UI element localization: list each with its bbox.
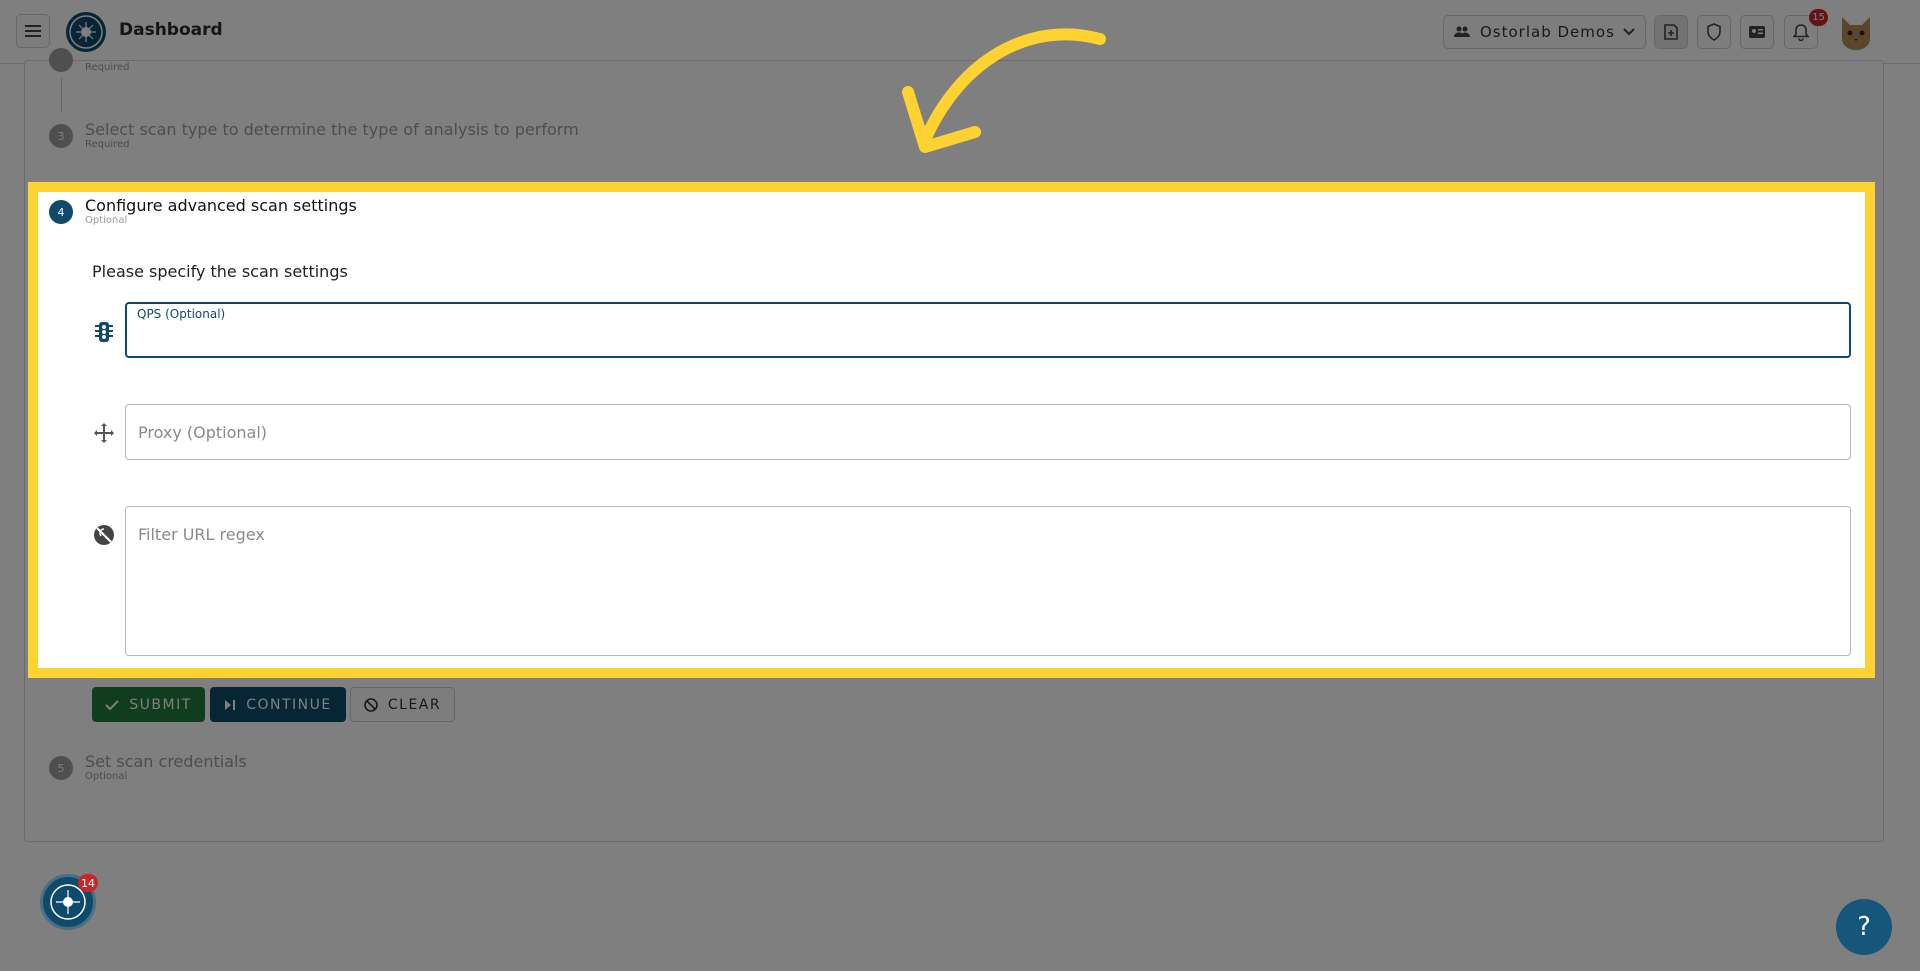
no-location-icon bbox=[94, 525, 114, 545]
app-logo[interactable] bbox=[65, 11, 107, 53]
shield-icon bbox=[1707, 23, 1721, 41]
submit-button[interactable]: SUBMIT bbox=[92, 687, 205, 722]
move-arrows-icon bbox=[94, 423, 114, 443]
continue-label: CONTINUE bbox=[246, 696, 332, 713]
notification-count-badge: 15 bbox=[1809, 9, 1828, 26]
notifications-button[interactable]: 15 bbox=[1784, 9, 1828, 49]
step-2-circle bbox=[49, 48, 73, 72]
tickets-button[interactable] bbox=[1740, 15, 1774, 49]
submit-label: SUBMIT bbox=[129, 696, 192, 713]
page-title: Dashboard bbox=[119, 20, 223, 40]
traffic-light-icon bbox=[95, 322, 113, 342]
top-bar: Dashboard Ostorlab Demos 15 bbox=[0, 0, 1920, 64]
filter-url-regex-placeholder: Filter URL regex bbox=[138, 525, 265, 544]
scan-settings-instructions: Please specify the scan settings bbox=[92, 262, 348, 281]
security-button[interactable] bbox=[1697, 15, 1731, 49]
block-icon bbox=[364, 697, 378, 712]
bell-icon bbox=[1793, 24, 1809, 41]
check-icon bbox=[105, 699, 119, 710]
step-5-title[interactable]: Set scan credentials bbox=[85, 752, 247, 771]
step-3-subtitle: Required bbox=[85, 139, 130, 150]
organization-select[interactable]: Ostorlab Demos bbox=[1443, 15, 1646, 49]
step-3-circle[interactable]: 3 bbox=[49, 124, 73, 148]
chevron-down-icon bbox=[1623, 28, 1635, 36]
filter-url-regex-textarea[interactable]: Filter URL regex bbox=[125, 506, 1851, 656]
qps-label: QPS (Optional) bbox=[137, 307, 226, 321]
step-2-subtitle: Required bbox=[85, 62, 130, 73]
step-5-subtitle: Optional bbox=[85, 771, 128, 782]
proxy-input[interactable]: Proxy (Optional) bbox=[125, 404, 1851, 460]
step-3-title[interactable]: Select scan type to determine the type o… bbox=[85, 120, 579, 139]
chat-count-badge: 14 bbox=[78, 874, 98, 892]
clear-label: CLEAR bbox=[387, 696, 442, 713]
step-4-subtitle: Optional bbox=[85, 215, 128, 226]
step-connector bbox=[61, 78, 62, 112]
organization-label: Ostorlab Demos bbox=[1480, 23, 1615, 41]
menu-icon bbox=[25, 25, 41, 37]
continue-button[interactable]: CONTINUE bbox=[210, 687, 346, 722]
help-button[interactable]: ? bbox=[1836, 899, 1892, 955]
step-4-circle[interactable]: 4 bbox=[49, 200, 73, 224]
menu-button[interactable] bbox=[16, 14, 50, 48]
qps-input[interactable]: QPS (Optional) bbox=[125, 302, 1851, 358]
skip-next-icon bbox=[225, 699, 236, 710]
step-4-title[interactable]: Configure advanced scan settings bbox=[85, 196, 357, 215]
ticket-icon bbox=[1749, 26, 1765, 38]
new-scan-button[interactable] bbox=[1654, 15, 1688, 49]
avatar[interactable] bbox=[1838, 13, 1874, 51]
clear-button[interactable]: CLEAR bbox=[350, 687, 455, 722]
new-scan-icon bbox=[1664, 24, 1678, 40]
step-5-circle[interactable]: 5 bbox=[49, 756, 73, 780]
people-icon bbox=[1454, 26, 1470, 37]
proxy-placeholder: Proxy (Optional) bbox=[138, 423, 268, 442]
